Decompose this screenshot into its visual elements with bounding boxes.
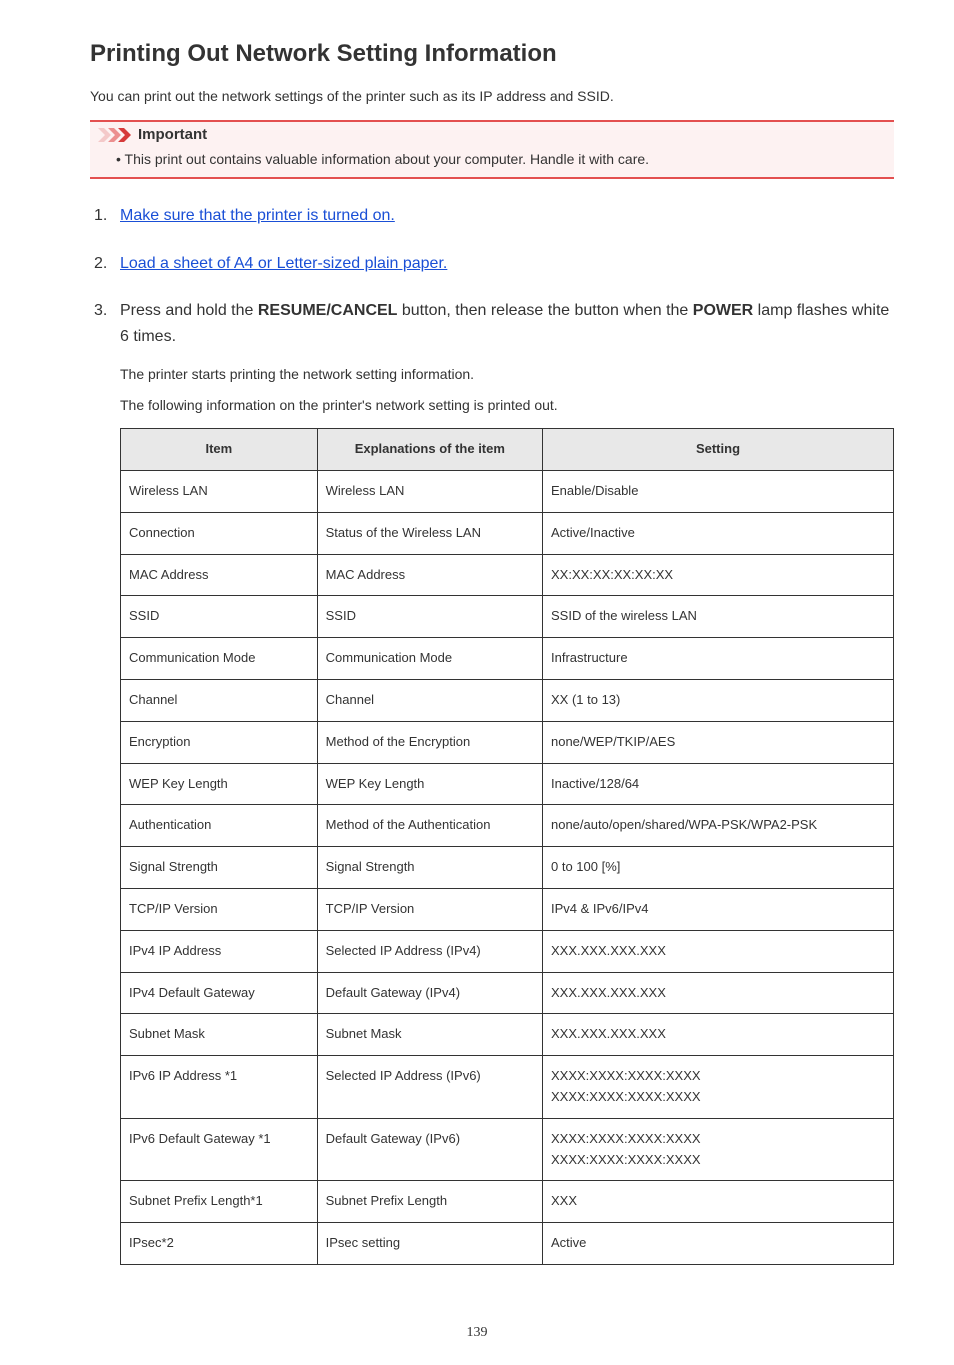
table-row: AuthenticationMethod of the Authenticati… [121, 805, 894, 847]
important-arrows-icon [98, 128, 132, 142]
table-cell: XXX.XXX.XXX.XXX [542, 930, 893, 972]
bullet-marker: • [116, 151, 125, 167]
important-heading: Important [138, 126, 207, 143]
table-cell: Default Gateway (IPv6) [317, 1118, 542, 1181]
table-cell: Communication Mode [121, 638, 318, 680]
table-cell: IPv6 IP Address *1 [121, 1056, 318, 1119]
table-row: ChannelChannelXX (1 to 13) [121, 679, 894, 721]
page-title: Printing Out Network Setting Information [90, 40, 894, 68]
table-row: ConnectionStatus of the Wireless LANActi… [121, 512, 894, 554]
important-text: This print out contains valuable informa… [125, 151, 650, 167]
intro-text: You can print out the network settings o… [90, 88, 894, 104]
table-cell: Infrastructure [542, 638, 893, 680]
table-cell: Method of the Authentication [317, 805, 542, 847]
table-cell: Connection [121, 512, 318, 554]
table-cell: TCP/IP Version [121, 888, 318, 930]
table-cell: Subnet Mask [121, 1014, 318, 1056]
table-cell: XXX.XXX.XXX.XXX [542, 972, 893, 1014]
table-cell: Enable/Disable [542, 470, 893, 512]
table-cell: SSID [317, 596, 542, 638]
table-cell: IPsec setting [317, 1223, 542, 1265]
table-cell: WEP Key Length [121, 763, 318, 805]
important-callout: Important • This print out contains valu… [90, 120, 894, 179]
table-cell: XXXX:XXXX:XXXX:XXXXXXXX:XXXX:XXXX:XXXX [542, 1056, 893, 1119]
table-cell: XX:XX:XX:XX:XX:XX [542, 554, 893, 596]
table-row: WEP Key LengthWEP Key LengthInactive/128… [121, 763, 894, 805]
table-row: Wireless LANWireless LANEnable/Disable [121, 470, 894, 512]
table-cell: SSID [121, 596, 318, 638]
table-cell: IPv4 IP Address [121, 930, 318, 972]
table-cell: Subnet Prefix Length [317, 1181, 542, 1223]
step3-resume-cancel: RESUME/CANCEL [258, 302, 398, 319]
table-header-setting: Setting [542, 429, 893, 471]
table-cell: Wireless LAN [121, 470, 318, 512]
table-row: SSIDSSIDSSID of the wireless LAN [121, 596, 894, 638]
step-3: Press and hold the RESUME/CANCEL button,… [90, 298, 894, 1265]
table-cell: Inactive/128/64 [542, 763, 893, 805]
table-row: IPv4 Default GatewayDefault Gateway (IPv… [121, 972, 894, 1014]
table-cell: XXX [542, 1181, 893, 1223]
table-row: Subnet MaskSubnet MaskXXX.XXX.XXX.XXX [121, 1014, 894, 1056]
table-cell: SSID of the wireless LAN [542, 596, 893, 638]
table-cell: Communication Mode [317, 638, 542, 680]
network-settings-table: Item Explanations of the item Setting Wi… [120, 428, 894, 1265]
link-power-on[interactable]: Make sure that the printer is turned on. [120, 207, 395, 224]
table-cell: Channel [121, 679, 318, 721]
table-row: Communication ModeCommunication ModeInfr… [121, 638, 894, 680]
table-cell: IPv6 Default Gateway *1 [121, 1118, 318, 1181]
step-2: Load a sheet of A4 or Letter-sized plain… [90, 251, 894, 277]
table-cell: MAC Address [121, 554, 318, 596]
table-cell: IPv4 Default Gateway [121, 972, 318, 1014]
table-row: TCP/IP VersionTCP/IP VersionIPv4 & IPv6/… [121, 888, 894, 930]
table-cell: Selected IP Address (IPv6) [317, 1056, 542, 1119]
step3-sub1: The printer starts printing the network … [120, 363, 894, 385]
table-cell: Signal Strength [317, 847, 542, 889]
link-load-paper[interactable]: Load a sheet of A4 or Letter-sized plain… [120, 255, 447, 272]
table-cell: Default Gateway (IPv4) [317, 972, 542, 1014]
table-cell: Status of the Wireless LAN [317, 512, 542, 554]
table-cell: Method of the Encryption [317, 721, 542, 763]
table-row: MAC AddressMAC AddressXX:XX:XX:XX:XX:XX [121, 554, 894, 596]
table-row: IPv6 Default Gateway *1Default Gateway (… [121, 1118, 894, 1181]
table-cell: MAC Address [317, 554, 542, 596]
table-row: Subnet Prefix Length*1Subnet Prefix Leng… [121, 1181, 894, 1223]
table-cell: TCP/IP Version [317, 888, 542, 930]
table-row: IPv4 IP AddressSelected IP Address (IPv4… [121, 930, 894, 972]
step3-pre: Press and hold the [120, 302, 258, 319]
table-cell: 0 to 100 [%] [542, 847, 893, 889]
table-cell: Authentication [121, 805, 318, 847]
table-header-explanations: Explanations of the item [317, 429, 542, 471]
table-cell: IPsec*2 [121, 1223, 318, 1265]
table-cell: none/auto/open/shared/WPA-PSK/WPA2-PSK [542, 805, 893, 847]
table-cell: XXXX:XXXX:XXXX:XXXXXXXX:XXXX:XXXX:XXXX [542, 1118, 893, 1181]
page-number: 139 [0, 1317, 954, 1365]
table-cell: Active/Inactive [542, 512, 893, 554]
table-cell: IPv4 & IPv6/IPv4 [542, 888, 893, 930]
table-cell: Subnet Prefix Length*1 [121, 1181, 318, 1223]
table-cell: XXX.XXX.XXX.XXX [542, 1014, 893, 1056]
step3-sub2: The following information on the printer… [120, 394, 894, 416]
table-cell: Wireless LAN [317, 470, 542, 512]
table-cell: Subnet Mask [317, 1014, 542, 1056]
table-row: EncryptionMethod of the Encryptionnone/W… [121, 721, 894, 763]
table-cell: Signal Strength [121, 847, 318, 889]
step3-mid: button, then release the button when the [397, 302, 692, 319]
step3-power: POWER [693, 302, 753, 319]
table-cell: Selected IP Address (IPv4) [317, 930, 542, 972]
table-cell: Active [542, 1223, 893, 1265]
table-row: Signal StrengthSignal Strength0 to 100 [… [121, 847, 894, 889]
step-1: Make sure that the printer is turned on. [90, 203, 894, 229]
table-cell: XX (1 to 13) [542, 679, 893, 721]
table-cell: Channel [317, 679, 542, 721]
table-row: IPv6 IP Address *1Selected IP Address (I… [121, 1056, 894, 1119]
table-cell: WEP Key Length [317, 763, 542, 805]
table-row: IPsec*2IPsec settingActive [121, 1223, 894, 1265]
table-header-item: Item [121, 429, 318, 471]
table-cell: Encryption [121, 721, 318, 763]
table-cell: none/WEP/TKIP/AES [542, 721, 893, 763]
